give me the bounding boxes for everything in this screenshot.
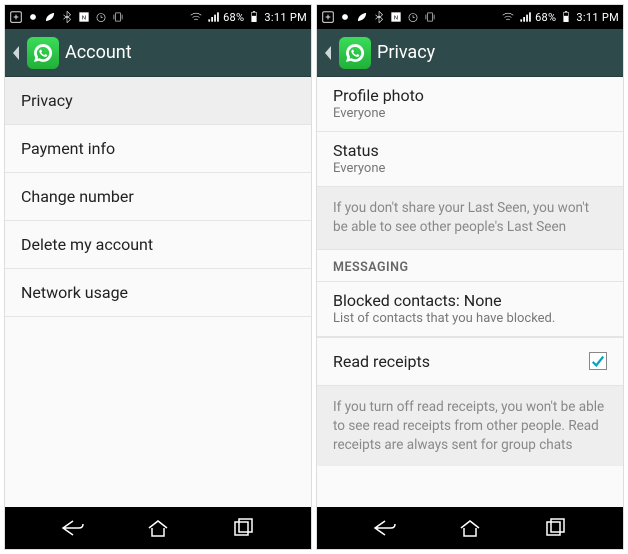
signal-icon xyxy=(518,10,532,24)
app-bar: Account xyxy=(5,29,311,77)
section-messaging: MESSAGING xyxy=(317,249,623,282)
menu-item-change-number[interactable]: Change number xyxy=(5,173,311,221)
clock: 3:11 PM xyxy=(576,11,619,24)
nfc-icon: N xyxy=(389,10,403,24)
label: Read receipts xyxy=(333,352,430,371)
whatsapp-logo-icon[interactable] xyxy=(339,37,371,69)
add-contact-icon xyxy=(9,10,23,24)
setting-blocked-contacts[interactable]: Blocked contacts: None List of contacts … xyxy=(317,282,623,337)
app-bar: Privacy xyxy=(317,29,623,77)
battery-pct: 68% xyxy=(223,11,244,24)
phone-account: N 68% 3:11 PM Account Privacy Payment in… xyxy=(4,4,312,550)
battery-icon xyxy=(559,10,573,24)
sub: List of contacts that you have blocked. xyxy=(333,311,607,326)
status-bar: N 68% 3:11 PM xyxy=(317,5,623,29)
last-seen-info: If you don't share your Last Seen, you w… xyxy=(317,187,623,249)
account-list: Privacy Payment info Change number Delet… xyxy=(5,77,311,507)
setting-status[interactable]: Status Everyone xyxy=(317,132,623,187)
add-contact-icon xyxy=(321,10,335,24)
nav-back-button[interactable] xyxy=(368,511,402,545)
menu-item-delete-account[interactable]: Delete my account xyxy=(5,221,311,269)
menu-item-network-usage[interactable]: Network usage xyxy=(5,269,311,317)
nav-recent-button[interactable] xyxy=(538,511,572,545)
phone-privacy: N 68% 3:11 PM Privacy Profile photo Ever… xyxy=(316,4,624,550)
label: Network usage xyxy=(21,283,128,302)
vibrate-icon xyxy=(423,10,437,24)
bluetooth-icon xyxy=(372,10,386,24)
alarm-icon xyxy=(406,10,420,24)
setting-read-receipts[interactable]: Read receipts xyxy=(317,337,623,386)
label: Blocked contacts: None xyxy=(333,291,607,310)
label: Status xyxy=(333,141,607,160)
value: Everyone xyxy=(333,161,607,176)
signal-icon xyxy=(206,10,220,24)
label: Profile photo xyxy=(333,86,607,105)
bluetooth-icon xyxy=(60,10,74,24)
label: Delete my account xyxy=(21,235,153,254)
wifi-icon xyxy=(189,10,203,24)
vibrate-icon xyxy=(111,10,125,24)
read-receipts-info: If you turn off read receipts, you won't… xyxy=(317,386,623,467)
label: Payment info xyxy=(21,139,115,158)
leaf-icon xyxy=(355,10,369,24)
nav-bar xyxy=(5,507,311,549)
menu-item-privacy[interactable]: Privacy xyxy=(5,77,311,125)
menu-item-payment-info[interactable]: Payment info xyxy=(5,125,311,173)
cloud-icon xyxy=(338,10,352,24)
nfc-icon: N xyxy=(77,10,91,24)
battery-pct: 68% xyxy=(535,11,556,24)
nav-home-button[interactable] xyxy=(141,511,175,545)
svg-text:N: N xyxy=(394,15,398,21)
wifi-icon xyxy=(501,10,515,24)
status-bar: N 68% 3:11 PM xyxy=(5,5,311,29)
nav-home-button[interactable] xyxy=(453,511,487,545)
label: Privacy xyxy=(21,91,73,110)
nav-back-button[interactable] xyxy=(56,511,90,545)
svg-text:N: N xyxy=(82,15,86,21)
alarm-icon xyxy=(94,10,108,24)
whatsapp-logo-icon[interactable] xyxy=(27,37,59,69)
setting-profile-photo[interactable]: Profile photo Everyone xyxy=(317,77,623,132)
clock: 3:11 PM xyxy=(264,11,307,24)
back-button[interactable] xyxy=(11,29,21,77)
leaf-icon xyxy=(43,10,57,24)
app-bar-title: Account xyxy=(65,42,132,63)
app-bar-title: Privacy xyxy=(377,42,435,63)
label: Change number xyxy=(21,187,134,206)
back-button[interactable] xyxy=(323,29,333,77)
cloud-icon xyxy=(26,10,40,24)
nav-recent-button[interactable] xyxy=(226,511,260,545)
privacy-list: Profile photo Everyone Status Everyone I… xyxy=(317,77,623,507)
battery-icon xyxy=(247,10,261,24)
nav-bar xyxy=(317,507,623,549)
value: Everyone xyxy=(333,106,607,121)
checkbox-icon[interactable] xyxy=(589,352,607,370)
